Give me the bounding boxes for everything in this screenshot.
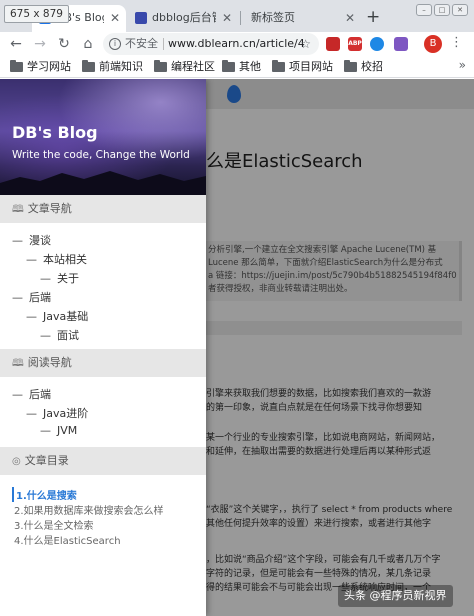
tab-divider [240,11,241,25]
close-icon[interactable]: ✕ [345,5,355,31]
nav-item[interactable]: — 漫谈 [12,232,51,248]
menu-kebab-icon[interactable]: ⋮ [450,35,463,50]
tab-title: dbblog后台管 [152,11,216,24]
omnibox-divider [163,38,164,50]
nav-item[interactable]: — 关于 [40,270,79,286]
nav-item[interactable]: — Java进阶 [26,405,88,421]
folder-icon [222,60,235,72]
adblock-plus-icon[interactable]: ABP [348,37,362,51]
tab-strip: DB's Blog-加油! ✕ 675 x 879 dbblog后台管 ✕ 新标… [0,0,474,32]
nav-item[interactable]: — Java基础 [26,308,88,324]
mountain-silhouette [0,171,206,195]
reading-nav-heading: 🕮 阅读导航 [0,349,206,377]
bookmark-folder[interactable]: 校招 [344,59,383,75]
toc-item[interactable]: 4.什么是ElasticSearch [14,532,121,547]
home-icon[interactable]: ⌂ [78,34,98,54]
dim-overlay[interactable] [206,79,474,616]
reload-icon[interactable]: ↻ [54,34,74,54]
bookmark-folder[interactable]: 学习网站 [10,59,71,75]
new-tab-plus-icon[interactable]: + [366,6,380,28]
tab-title: 新标签页 [251,11,295,24]
article-nav-heading: 🕮 文章导航 [0,195,206,223]
nav-item[interactable]: — JVM [40,424,77,437]
nav-item[interactable]: — 后端 [12,289,51,305]
watermark: 头条 @程序员新视界 [338,585,453,607]
toc-item[interactable]: 3.什么是全文检索 [14,517,94,532]
bookmark-folder[interactable]: 项目网站 [272,59,333,75]
nav-item[interactable]: — 面试 [40,327,79,343]
folder-icon [272,60,285,72]
security-label: 不安全 [125,37,158,50]
toc-item[interactable]: 1.什么是搜索 [12,487,77,502]
extension-red-icon[interactable] [326,37,340,51]
minimize-icon[interactable]: – [416,4,432,16]
tab-newtab[interactable]: 新标签页 ✕ [243,5,361,32]
window-close-icon[interactable]: ✕ [452,4,468,16]
blog-title[interactable]: DB's Blog [12,123,98,142]
dimension-badge: 675 x 879 [4,5,69,23]
back-arrow-icon[interactable]: ← [6,34,26,54]
folder-icon [154,60,167,72]
page-viewport: 么是ElasticSearch 分析引擎,一个建立在全文搜索引擎 Apache … [0,79,474,616]
sidebar-drawer: DB's Blog Write the code, Change the Wor… [0,79,206,616]
admin-favicon-icon [135,12,147,24]
nav-item[interactable]: — 后端 [12,386,51,402]
extension-blue-icon[interactable] [370,37,384,51]
book-icon: 🕮 [12,204,24,215]
url-text[interactable]: www.dblearn.cn/article/4 [168,33,305,55]
bookmark-folder[interactable]: 前端知识 [82,59,143,75]
book-icon: 🕮 [12,358,24,369]
forward-arrow-icon[interactable]: → [30,34,50,54]
bookmarks-bar: 学习网站 前端知识 编程社区 其他 项目网站 校招 » [0,56,474,78]
bookmark-folder[interactable]: 编程社区 [154,59,215,75]
nav-item[interactable]: — 本站相关 [26,251,87,267]
close-icon[interactable]: ✕ [222,5,232,31]
maximize-icon[interactable]: □ [434,4,450,16]
folder-icon [344,60,357,72]
extension-purple-icon[interactable] [394,37,408,51]
close-icon[interactable]: ✕ [110,5,120,31]
address-bar[interactable]: i 不安全 www.dblearn.cn/article/4 ☆ [103,33,319,55]
browser-toolbar: ← → ↻ ⌂ i 不安全 www.dblearn.cn/article/4 ☆… [0,32,474,56]
tab-admin[interactable]: dbblog后台管 ✕ [128,5,238,32]
bookmark-star-icon[interactable]: ☆ [300,33,311,55]
blog-hero-banner: DB's Blog Write the code, Change the Wor… [0,79,206,195]
window-controls: – □ ✕ [416,4,468,16]
toc-item[interactable]: 2.如果用数据库来做搜索会怎么样 [14,502,164,517]
info-icon[interactable]: i [109,38,121,50]
toc-heading: ◎ 文章目录 [0,447,206,475]
profile-avatar[interactable]: B [424,35,442,53]
folder-icon [82,60,95,72]
target-icon: ◎ [12,456,21,467]
bookmark-folder[interactable]: 其他 [222,59,261,75]
bookmarks-overflow-icon[interactable]: » [459,58,466,72]
folder-icon [10,60,23,72]
blog-subtitle: Write the code, Change the World [12,149,190,161]
